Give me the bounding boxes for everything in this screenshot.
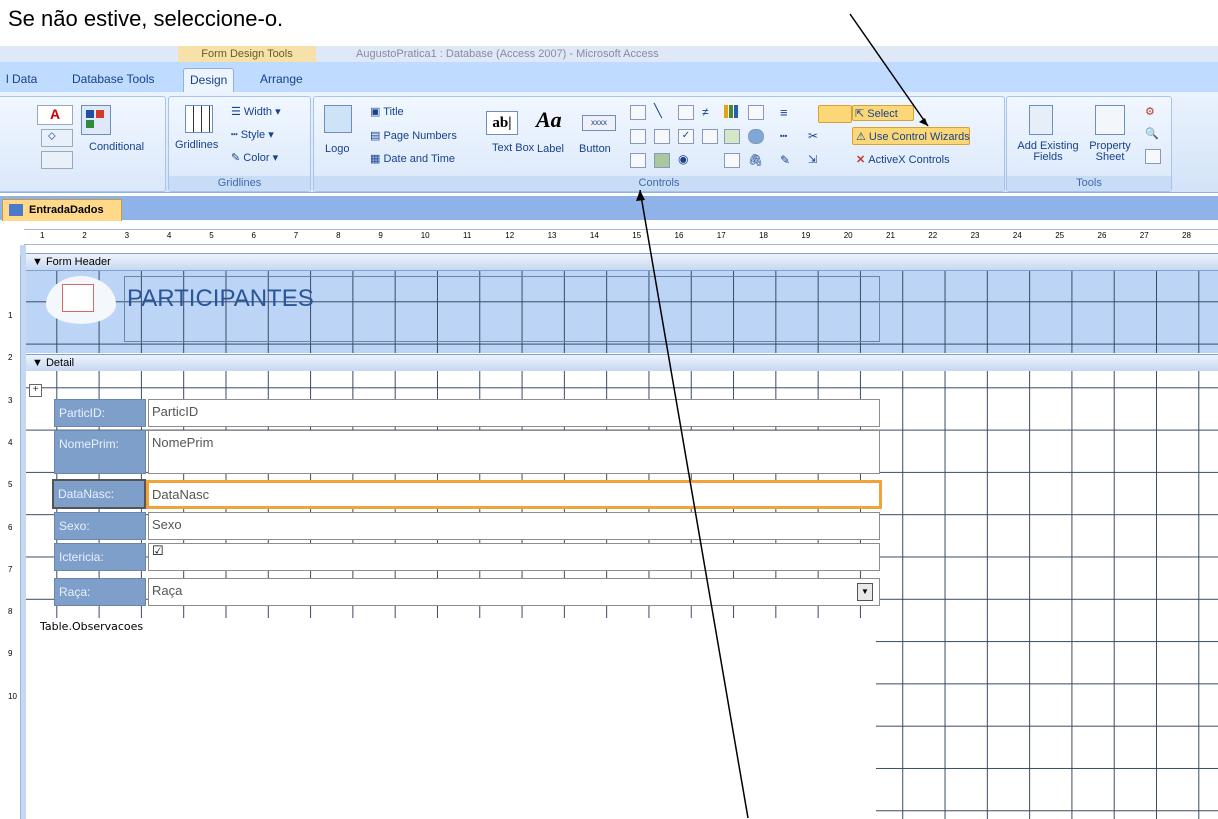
arrowhead-bottom [636, 190, 645, 201]
arrowhead-top [919, 118, 928, 126]
arrow-to-control-wizards [849, 13, 929, 127]
arrow-to-controls-group [639, 189, 749, 819]
annotation-arrows [636, 13, 929, 819]
